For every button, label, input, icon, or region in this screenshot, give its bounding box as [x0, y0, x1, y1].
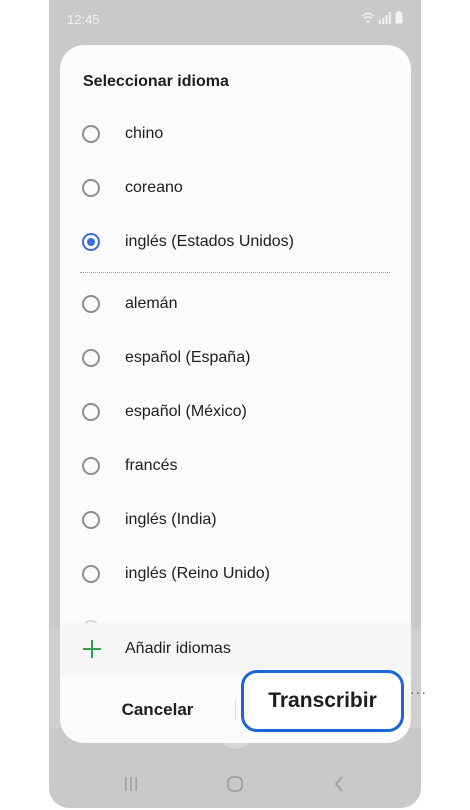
- dotted-divider: [80, 272, 390, 273]
- language-label: español (México): [125, 403, 247, 420]
- radio-button[interactable]: [82, 457, 100, 475]
- language-option-ingles-reino-unido[interactable]: inglés (Reino Unido): [60, 547, 411, 601]
- home-button[interactable]: [223, 772, 247, 796]
- language-option-ingles-india[interactable]: inglés (India): [60, 493, 411, 547]
- radio-button[interactable]: [82, 349, 100, 367]
- status-bar: 12:45: [49, 0, 421, 40]
- language-label: francés: [125, 457, 178, 474]
- radio-button-selected[interactable]: [82, 233, 100, 251]
- signal-icon: [379, 11, 391, 24]
- radio-button[interactable]: [82, 403, 100, 421]
- plus-icon: [83, 640, 101, 658]
- language-option-frances[interactable]: francés: [60, 439, 411, 493]
- language-label: inglés (Estados Unidos): [125, 233, 294, 250]
- add-languages-button[interactable]: Añadir idiomas: [60, 623, 411, 675]
- language-dialog: Seleccionar idioma chino coreano inglés …: [60, 45, 411, 743]
- radio-button[interactable]: [82, 295, 100, 313]
- add-languages-label: Añadir idiomas: [125, 640, 231, 657]
- language-label: coreano: [125, 179, 183, 196]
- more-dots: ···: [410, 684, 427, 700]
- wifi-icon: [361, 12, 375, 23]
- language-option-aleman[interactable]: alemán: [60, 277, 411, 331]
- language-option-chino[interactable]: chino: [60, 107, 411, 161]
- language-label: español (España): [125, 349, 251, 366]
- radio-button[interactable]: [82, 125, 100, 143]
- back-icon: [334, 776, 343, 792]
- language-option-coreano[interactable]: coreano: [60, 161, 411, 215]
- navigation-bar: [49, 760, 421, 808]
- language-option-espanol-espana[interactable]: español (España): [60, 331, 411, 385]
- home-icon: [227, 776, 243, 792]
- language-label: chino: [125, 125, 164, 142]
- dialog-title: Seleccionar idioma: [83, 73, 229, 90]
- recents-button[interactable]: [119, 772, 143, 796]
- language-option-espanol-mexico[interactable]: español (México): [60, 385, 411, 439]
- language-label: alemán: [125, 295, 178, 312]
- radio-button[interactable]: [82, 565, 100, 583]
- back-button[interactable]: [327, 772, 351, 796]
- transcribe-button[interactable]: Transcribir: [241, 670, 404, 732]
- radio-button[interactable]: [82, 179, 100, 197]
- radio-button[interactable]: [82, 511, 100, 529]
- button-divider: [235, 700, 236, 720]
- battery-icon: [395, 11, 403, 24]
- status-time: 12:45: [67, 12, 100, 27]
- language-label: inglés (Reino Unido): [125, 565, 270, 582]
- recents-icon: [125, 777, 137, 791]
- language-option-ingles-estados-unidos[interactable]: inglés (Estados Unidos): [60, 215, 411, 269]
- cancel-button[interactable]: Cancelar: [90, 695, 225, 725]
- language-label: inglés (India): [125, 511, 217, 528]
- status-icons: [361, 11, 403, 24]
